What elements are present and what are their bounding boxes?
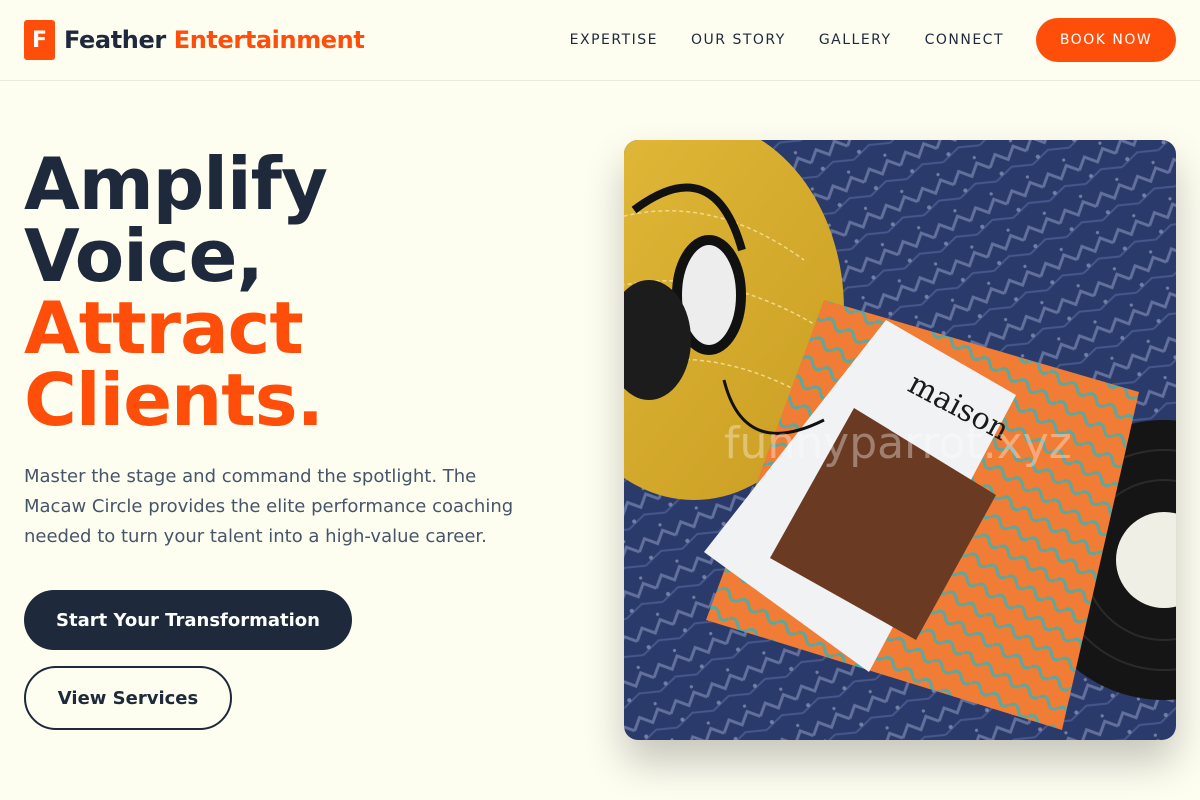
start-transformation-button[interactable]: Start Your Transformation <box>24 590 352 650</box>
logo-icon: F <box>24 20 55 60</box>
brand-name-part1: Feather <box>64 26 166 54</box>
hero-title-line2: Voice, <box>24 214 264 298</box>
hero-title-line4: Clients. <box>24 358 324 442</box>
hero-title-line1: Amplify <box>24 142 328 226</box>
watermark-text: funnyparrot.xyz <box>724 418 1072 469</box>
hero-photo-illustration: maison funnyparrot.xyz <box>624 140 1176 740</box>
view-services-button[interactable]: View Services <box>24 666 232 730</box>
book-now-button[interactable]: BOOK NOW <box>1036 18 1176 62</box>
hero-title: Amplify Voice, Attract Clients. <box>24 142 328 442</box>
brand[interactable]: F Feather Entertainment <box>24 20 365 60</box>
brand-name: Feather Entertainment <box>64 26 365 54</box>
hero-title-line3: Attract <box>24 286 304 370</box>
site-header: F Feather Entertainment EXPERTISE OUR ST… <box>0 0 1200 81</box>
hero-image: maison funnyparrot.xyz <box>624 140 1176 740</box>
brand-name-part2: Entertainment <box>173 26 365 54</box>
hero-subtitle: Master the stage and command the spotlig… <box>24 466 514 547</box>
nav-link-expertise[interactable]: EXPERTISE <box>570 32 658 48</box>
main-nav: EXPERTISE OUR STORY GALLERY CONNECT BOOK… <box>570 18 1176 62</box>
nav-link-our-story[interactable]: OUR STORY <box>691 32 786 48</box>
nav-link-gallery[interactable]: GALLERY <box>819 32 892 48</box>
nav-link-connect[interactable]: CONNECT <box>925 32 1004 48</box>
